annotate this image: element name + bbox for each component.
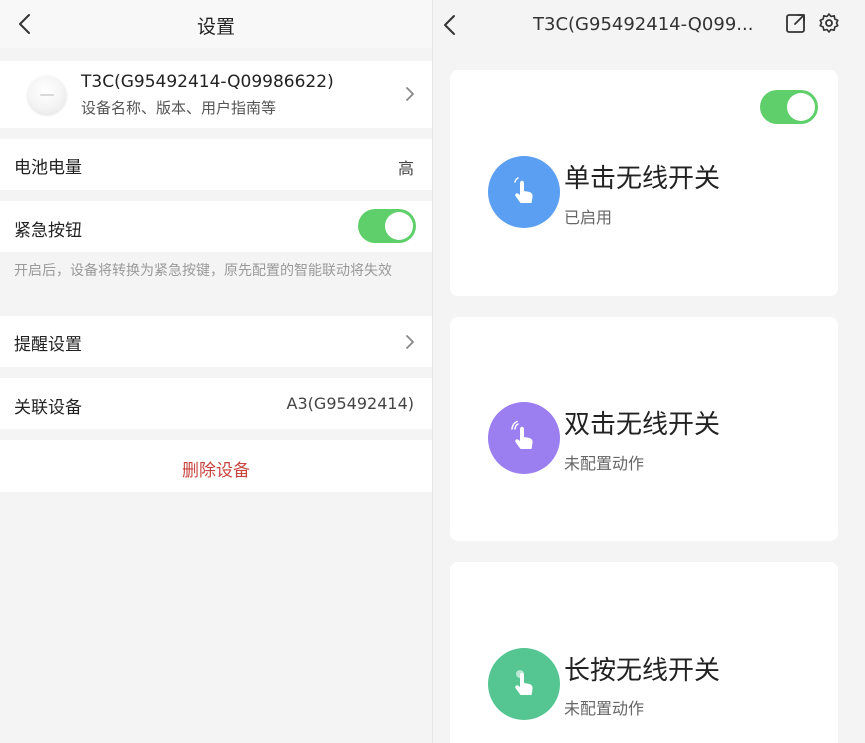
single-tap-status: 已启用 xyxy=(564,208,613,227)
emergency-hint: 开启后，设备将转换为紧急按键，原先配置的智能联动将失效 xyxy=(14,263,392,279)
long-press-status: 未配置动作 xyxy=(564,699,645,718)
detail-title: T3C(G95492414-Q099... xyxy=(533,14,754,35)
battery-label: 电池电量 xyxy=(14,158,82,178)
linked-device-label: 关联设备 xyxy=(14,398,82,418)
long-press-hand-icon xyxy=(488,648,560,720)
device-avatar xyxy=(28,76,66,114)
master-toggle[interactable] xyxy=(760,90,818,124)
reminder-label: 提醒设置 xyxy=(14,335,82,355)
page-title: 设置 xyxy=(196,16,235,38)
long-press-name: 长按无线开关 xyxy=(564,656,721,686)
settings-pane: 设置 T3C(G95492414-Q09986622) 设备名称、版本、用户指南… xyxy=(0,0,432,743)
battery-value: 高 xyxy=(397,159,414,178)
device-detail-pane: T3C(G95492414-Q099... 单击无线开关 已启用 双击无线开关 … xyxy=(433,0,865,743)
device-name: T3C(G95492414-Q09986622) xyxy=(81,72,334,92)
emergency-toggle[interactable] xyxy=(358,209,416,243)
emergency-label: 紧急按钮 xyxy=(14,221,82,241)
double-tap-status: 未配置动作 xyxy=(564,454,645,473)
chevron-right-icon xyxy=(404,334,416,350)
single-tap-hand-icon xyxy=(488,156,560,228)
double-tap-hand-icon xyxy=(488,402,560,474)
device-subtitle: 设备名称、版本、用户指南等 xyxy=(81,99,277,117)
detail-header: T3C(G95492414-Q099... xyxy=(433,0,865,48)
settings-header: 设置 xyxy=(0,0,432,48)
single-tap-name: 单击无线开关 xyxy=(564,164,721,194)
gear-icon[interactable] xyxy=(818,12,840,34)
back-icon[interactable] xyxy=(435,10,465,40)
delete-device-button[interactable]: 删除设备 xyxy=(0,456,432,481)
chevron-right-icon xyxy=(404,86,416,102)
linked-device-value: A3(G95492414) xyxy=(286,394,414,413)
double-tap-name: 双击无线开关 xyxy=(564,410,721,440)
share-icon[interactable] xyxy=(785,12,807,34)
